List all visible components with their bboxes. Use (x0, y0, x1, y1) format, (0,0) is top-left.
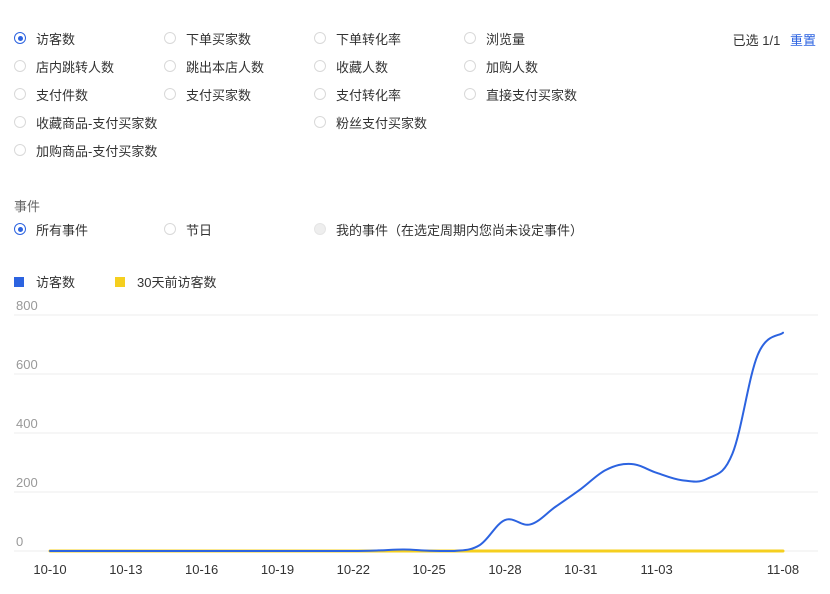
chart-legend: 访客数 30天前访客数 (14, 272, 256, 291)
metric-option[interactable]: 直接支付买家数 (464, 85, 577, 103)
metric-option-label: 粉丝支付买家数 (336, 115, 428, 131)
series-line-visitors (49, 331, 784, 552)
metric-option[interactable]: 支付件数 (14, 85, 88, 103)
legend-swatch (115, 276, 126, 287)
legend-item[interactable]: 30天前访客数 (115, 272, 216, 291)
metric-option[interactable]: 收藏商品-支付买家数 (14, 113, 157, 131)
y-tick-label: 800 (16, 298, 38, 313)
x-tick-label: 10-31 (564, 562, 597, 577)
radio-icon[interactable] (164, 223, 176, 235)
x-tick-label: 10-10 (33, 562, 66, 577)
metric-option[interactable]: 浏览量 (464, 29, 525, 47)
x-tick-label: 11-03 (640, 562, 672, 577)
metric-option-label: 加购人数 (486, 59, 539, 75)
legend-label: 访客数 (36, 275, 76, 290)
metric-option[interactable]: 访客数 (14, 29, 75, 47)
metric-option[interactable]: 下单买家数 (164, 29, 251, 47)
metric-option[interactable]: 跳出本店人数 (164, 57, 264, 75)
metric-option-label: 下单转化率 (336, 31, 402, 47)
x-tick-label: 11-08 (767, 562, 799, 577)
radio-icon[interactable] (314, 32, 326, 44)
metric-option[interactable]: 收藏人数 (314, 57, 388, 75)
radio-icon[interactable] (314, 60, 326, 72)
radio-icon[interactable] (14, 116, 26, 128)
x-tick-label: 10-16 (185, 562, 218, 577)
metric-option-label: 加购商品-支付买家数 (36, 143, 158, 159)
radio-icon (314, 223, 326, 235)
x-tick-label: 10-28 (488, 562, 521, 577)
radio-icon[interactable] (14, 223, 26, 235)
event-option-label: 所有事件 (36, 222, 89, 238)
metric-option[interactable]: 加购人数 (464, 57, 538, 75)
metric-option-label: 支付件数 (36, 87, 89, 103)
radio-icon[interactable] (464, 32, 476, 44)
metric-option-label: 收藏商品-支付买家数 (36, 115, 158, 131)
y-tick-label: 0 (16, 534, 23, 549)
radio-icon[interactable] (464, 88, 476, 100)
events-section-title: 事件 (14, 199, 41, 214)
y-tick-label: 400 (16, 416, 38, 431)
reset-link[interactable]: 重置 (790, 33, 816, 48)
event-option[interactable]: 节日 (164, 220, 212, 238)
metric-option[interactable]: 下单转化率 (314, 29, 401, 47)
legend-swatch (14, 276, 24, 287)
legend-label: 30天前访客数 (137, 275, 217, 290)
radio-icon[interactable] (464, 60, 476, 72)
radio-icon[interactable] (14, 60, 26, 72)
radio-icon[interactable] (14, 32, 26, 44)
x-tick-label: 10-19 (261, 562, 294, 577)
radio-icon[interactable] (14, 144, 26, 156)
line-chart: 0 200 400 600 800 10-10 10-13 10-16 10-19 10-22 10… (14, 298, 818, 577)
metric-option-label: 支付买家数 (186, 87, 252, 103)
radio-icon[interactable] (14, 88, 26, 100)
metric-option[interactable]: 粉丝支付买家数 (314, 113, 427, 131)
event-option[interactable]: 所有事件 (14, 220, 88, 238)
radio-icon[interactable] (314, 116, 326, 128)
radio-icon[interactable] (164, 88, 176, 100)
metric-option[interactable]: 支付转化率 (314, 85, 401, 103)
metric-option[interactable]: 店内跳转人数 (14, 57, 114, 75)
metric-option-label: 访客数 (36, 31, 76, 47)
radio-icon[interactable] (314, 88, 326, 100)
y-tick-label: 600 (16, 357, 38, 372)
metric-option-label: 店内跳转人数 (36, 59, 115, 75)
selected-count: 已选 1/1 (732, 33, 781, 48)
metric-option-label: 收藏人数 (336, 59, 389, 75)
event-option-label: 节日 (186, 222, 213, 238)
event-option: 我的事件（在选定周期内您尚未设定事件） (314, 220, 583, 238)
x-tick-label: 10-13 (109, 562, 142, 577)
metric-option-label: 支付转化率 (336, 87, 402, 103)
metric-option-label: 浏览量 (486, 31, 526, 47)
y-tick-label: 200 (16, 475, 38, 490)
x-tick-label: 10-25 (413, 562, 446, 577)
radio-icon[interactable] (164, 32, 176, 44)
metric-option-label: 直接支付买家数 (486, 87, 578, 103)
metric-option[interactable]: 支付买家数 (164, 85, 251, 103)
selection-summary: 已选 1/1 重置 (733, 30, 816, 49)
legend-item[interactable]: 访客数 (14, 272, 75, 291)
metric-option-label: 下单买家数 (186, 31, 252, 47)
x-tick-label: 10-22 (337, 562, 370, 577)
metric-option[interactable]: 加购商品-支付买家数 (14, 141, 157, 159)
event-option-label: 我的事件（在选定周期内您尚未设定事件） (336, 222, 584, 238)
metric-option-label: 跳出本店人数 (186, 59, 265, 75)
radio-icon[interactable] (164, 60, 176, 72)
